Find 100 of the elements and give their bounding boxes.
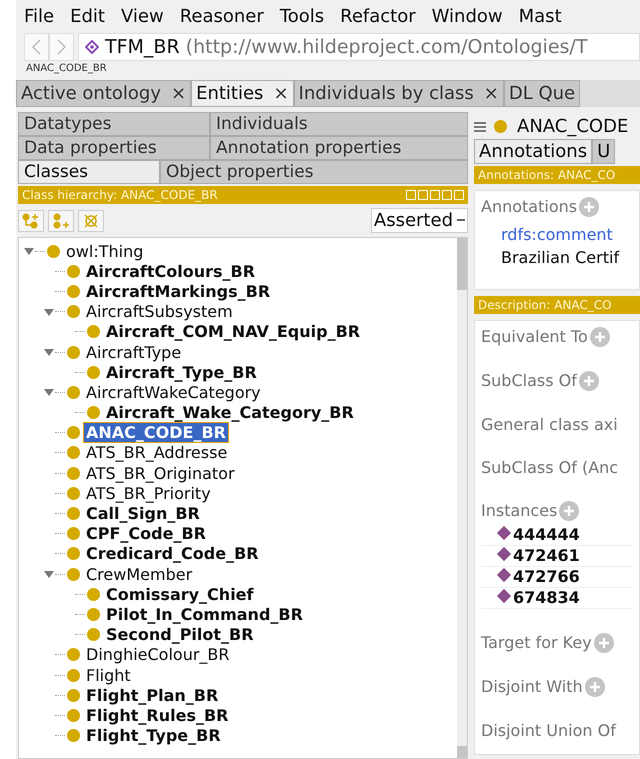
- class-icon: [67, 264, 80, 278]
- tree-item[interactable]: CrewMember: [84, 564, 194, 584]
- class-icon: [67, 527, 80, 540]
- add-icon[interactable]: [590, 326, 610, 347]
- entity-tab[interactable]: Individuals: [210, 112, 468, 136]
- ontology-icon: [85, 40, 99, 54]
- tree-item[interactable]: DinghieColour_BR: [84, 645, 232, 664]
- panel-title: Description: ANAC_CO: [478, 298, 613, 312]
- class-icon: [67, 688, 80, 702]
- tab[interactable]: DL Que: [504, 80, 580, 107]
- section-label: SubClass Of (Anc: [481, 458, 618, 477]
- add-icon[interactable]: [594, 632, 614, 653]
- tree-item[interactable]: AircraftWakeCategory: [84, 382, 263, 402]
- instance-item[interactable]: 472461: [513, 546, 580, 566]
- class-icon: [67, 346, 80, 359]
- tree-item[interactable]: Aircraft_COM_NAV_Equip_BR: [104, 322, 362, 342]
- tree-item[interactable]: Aircraft_Wake_Category_BR: [104, 403, 356, 422]
- class-icon: [87, 628, 100, 642]
- annotation-property[interactable]: rdfs:comment: [501, 224, 613, 244]
- menu-item[interactable]: Mast: [518, 6, 578, 27]
- entity-tab[interactable]: Annotation properties: [210, 136, 468, 160]
- panel-title: Class hierarchy: ANAC_CODE_BR: [22, 188, 219, 202]
- ontology-field[interactable]: TFM_BR (http://www.hildeproject.com/Ontologies/T: [78, 33, 640, 61]
- tree-item[interactable]: Flight_Rules_BR: [84, 706, 230, 725]
- menu-item[interactable]: View: [120, 6, 180, 27]
- tab[interactable]: Annotations: [474, 139, 592, 164]
- instance-item[interactable]: 472766: [513, 567, 580, 586]
- entity-tab[interactable]: Data properties: [18, 136, 210, 160]
- view-dropdown[interactable]: Asserted: [370, 208, 468, 233]
- tab[interactable]: Entities ×: [191, 80, 294, 107]
- tab[interactable]: Active ontology ×: [16, 80, 192, 107]
- section-label: SubClass Of: [481, 371, 577, 390]
- tree-item[interactable]: Pilot_In_Command_BR: [104, 604, 305, 624]
- tree-item[interactable]: Comissary_Chief: [104, 584, 256, 604]
- class-icon: [494, 120, 507, 133]
- entity-tab[interactable]: Classes: [18, 160, 160, 184]
- class-icon: [47, 244, 60, 258]
- forward-icon[interactable]: [49, 33, 74, 61]
- tree-item[interactable]: Second_Pilot_BR: [104, 625, 256, 644]
- section-label: Disjoint With: [481, 677, 583, 696]
- section-label: Target for Key: [481, 633, 592, 652]
- tab[interactable]: U: [592, 139, 616, 164]
- expand-icon[interactable]: [43, 569, 55, 580]
- menu-item[interactable]: Window: [432, 6, 519, 27]
- class-icon: [67, 305, 80, 318]
- entity-tab[interactable]: Object properties: [160, 160, 468, 184]
- expand-icon[interactable]: [23, 246, 35, 256]
- tree-item[interactable]: Credicard_Code_BR: [84, 544, 261, 564]
- back-icon[interactable]: [24, 33, 49, 61]
- delete-button[interactable]: [78, 210, 104, 232]
- class-icon: [67, 708, 80, 722]
- add-icon[interactable]: [578, 370, 599, 391]
- add-subclass-button[interactable]: [18, 210, 44, 232]
- section-label: Annotations: [481, 197, 578, 216]
- tab[interactable]: Individuals by class ×: [294, 80, 504, 107]
- add-subclass-icon: [22, 212, 40, 228]
- class-icon: [67, 284, 80, 298]
- class-icon: [67, 386, 80, 399]
- menu-icon[interactable]: [474, 122, 486, 132]
- class-icon: [87, 608, 100, 621]
- class-icon: [67, 568, 80, 581]
- scrollbar[interactable]: [457, 238, 467, 758]
- class-icon: [67, 426, 80, 440]
- menu-item[interactable]: Refactor: [340, 6, 432, 27]
- tree-item[interactable]: AircraftColours_BR: [84, 262, 258, 281]
- instance-item[interactable]: 444444: [513, 525, 580, 544]
- menu-item[interactable]: Edit: [70, 6, 121, 27]
- section-label: General class axi: [481, 414, 618, 434]
- tree-item[interactable]: ATS_BR_Originator: [84, 464, 237, 483]
- tree-item[interactable]: owl:Thing: [64, 242, 146, 261]
- menu-item[interactable]: Reasoner: [180, 6, 280, 27]
- tree-item[interactable]: Flight_Plan_BR: [84, 686, 220, 705]
- section-label: Equivalent To: [481, 327, 588, 346]
- tree-item[interactable]: ATS_BR_Priority: [84, 484, 213, 503]
- tree-item[interactable]: CPF_Code_BR: [84, 524, 208, 544]
- menu-item[interactable]: Tools: [280, 6, 340, 27]
- instance-item[interactable]: 674834: [513, 588, 580, 608]
- tree-item[interactable]: Aircraft_Type_BR: [104, 362, 259, 382]
- tree-item[interactable]: Flight: [84, 666, 133, 685]
- delete-icon: [83, 212, 99, 228]
- expand-icon[interactable]: [43, 347, 55, 358]
- tree-item[interactable]: Call_Sign_BR: [84, 504, 202, 524]
- add-icon[interactable]: [559, 500, 580, 521]
- tree-item[interactable]: Flight_Type_BR: [84, 726, 223, 746]
- menu-item[interactable]: File: [24, 6, 70, 27]
- tree-item[interactable]: AircraftMarkings_BR: [84, 282, 272, 301]
- tree-item[interactable]: ATS_BR_Addresse: [84, 443, 230, 462]
- add-sibling-button[interactable]: [48, 210, 74, 232]
- breadcrumb[interactable]: ANAC_CODE_BR: [26, 63, 107, 74]
- class-icon: [67, 648, 80, 662]
- add-icon[interactable]: [584, 676, 605, 697]
- class-icon: [87, 325, 100, 338]
- tree-item[interactable]: ANAC_CODE_BR: [84, 423, 228, 442]
- entity-tab[interactable]: Datatypes: [18, 112, 210, 136]
- add-icon[interactable]: [579, 196, 600, 216]
- tree-item[interactable]: AircraftType: [84, 342, 184, 362]
- expand-icon[interactable]: [43, 306, 55, 317]
- expand-icon[interactable]: [43, 387, 55, 398]
- tree-item[interactable]: AircraftSubsystem: [84, 302, 235, 322]
- annotation-value: Brazilian Certif: [501, 248, 620, 266]
